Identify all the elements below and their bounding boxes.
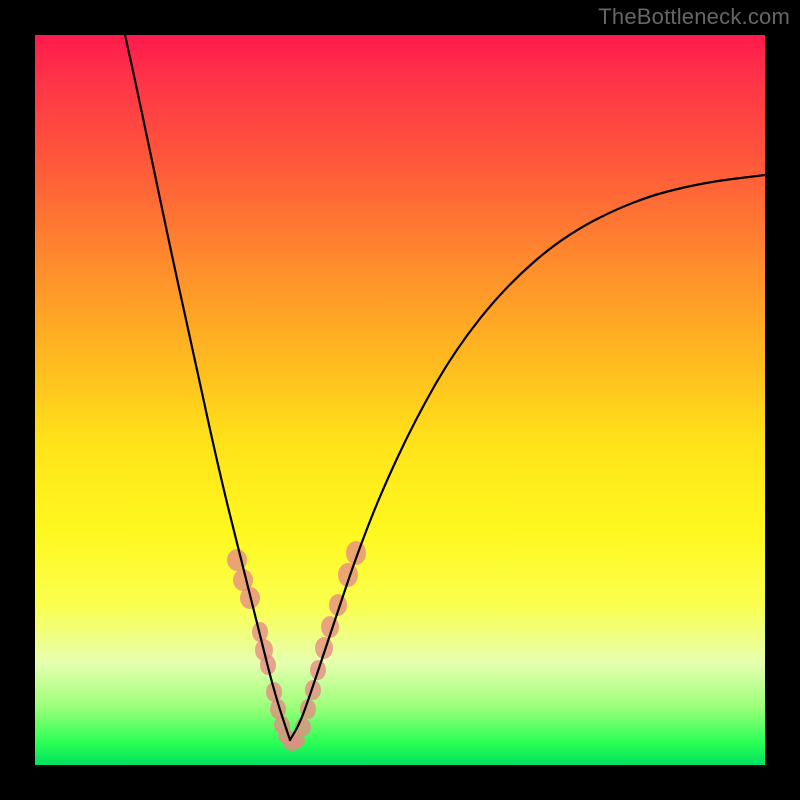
bead-dot bbox=[278, 728, 294, 744]
watermark-text: TheBottleneck.com bbox=[598, 4, 790, 30]
curve-left-branch bbox=[125, 35, 290, 740]
bead-dot bbox=[283, 735, 301, 751]
bead-dot bbox=[274, 716, 290, 734]
bead-dot bbox=[289, 732, 305, 748]
bead-dot bbox=[255, 639, 273, 661]
bead-dot bbox=[300, 699, 316, 719]
curve-layer bbox=[35, 35, 765, 765]
bead-dot bbox=[270, 699, 286, 719]
bead-dot bbox=[227, 549, 247, 571]
bead-dot bbox=[321, 616, 339, 638]
bead-dot bbox=[240, 587, 260, 609]
bead-dot bbox=[260, 655, 276, 675]
bead-dot bbox=[233, 569, 253, 591]
curve-right-branch bbox=[290, 175, 765, 740]
plot-area bbox=[35, 35, 765, 765]
bead-group bbox=[227, 541, 366, 751]
bead-dot bbox=[295, 718, 311, 736]
bead-dot bbox=[329, 594, 347, 616]
bead-dot bbox=[252, 622, 268, 642]
chart-frame: TheBottleneck.com bbox=[0, 0, 800, 800]
bead-dot bbox=[315, 637, 333, 659]
bead-dot bbox=[338, 563, 358, 587]
bead-dot bbox=[305, 680, 321, 700]
bead-dot bbox=[266, 682, 282, 702]
bead-dot bbox=[310, 660, 326, 680]
bead-dot bbox=[346, 541, 366, 565]
